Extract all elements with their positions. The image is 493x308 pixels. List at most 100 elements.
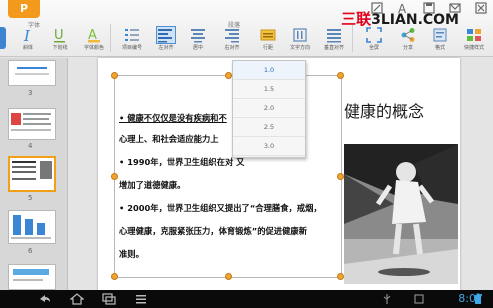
watermark-text: 三联: [341, 10, 372, 28]
system-navigation-bar: 8:07: [0, 290, 493, 308]
font-color-icon: A: [88, 28, 100, 43]
slide-number: 3: [28, 89, 33, 97]
close-icon[interactable]: [475, 2, 487, 14]
align-right-icon: [225, 29, 239, 43]
resize-handle[interactable]: [337, 273, 344, 280]
line-spacing-option[interactable]: 1.0: [233, 61, 305, 80]
fullscreen-icon: [366, 27, 382, 43]
italic-label: 斜体: [22, 45, 33, 51]
numbering-icon: [125, 29, 139, 41]
align-center-label: 居中: [192, 45, 203, 51]
svg-text:U: U: [54, 28, 64, 43]
svg-text:I: I: [23, 27, 31, 43]
app-menu-button[interactable]: P: [8, 0, 40, 18]
align-left-icon: [156, 26, 176, 44]
app-logo-icon: P: [20, 2, 29, 15]
menu-icon[interactable]: [134, 293, 148, 305]
underline-button[interactable]: U 下划线: [48, 27, 72, 55]
fullscreen-label: 全屏: [368, 45, 379, 51]
text-direction-button[interactable]: 文字方向: [288, 27, 312, 55]
slide-number: 5: [28, 194, 33, 202]
line-spacing-dropdown: 1.0 1.5 2.0 2.5 3.0: [232, 60, 306, 158]
bullet-line: • 1990年，世界卫生组织在对 又: [119, 157, 245, 167]
align-right-button[interactable]: 右对齐: [220, 27, 244, 55]
vertical-align-button[interactable]: 垂直对齐: [322, 27, 346, 55]
home-icon[interactable]: [70, 293, 84, 305]
line-spacing-icon: [260, 29, 276, 41]
slide-photo[interactable]: [344, 144, 458, 284]
resize-handle[interactable]: [111, 72, 118, 79]
underline-icon: U: [54, 28, 65, 43]
italic-icon: I: [23, 27, 31, 43]
vertical-align-icon: [327, 29, 341, 43]
font-color-button[interactable]: A 字体颜色: [82, 27, 106, 55]
format-label: 格式: [434, 45, 445, 51]
child-photo-image: [344, 144, 458, 284]
align-right-label: 右对齐: [224, 45, 240, 51]
resize-handle[interactable]: [225, 72, 232, 79]
notification-icon: [414, 294, 424, 304]
thumbnail-preview: [11, 215, 51, 239]
thumbnail-preview: [11, 113, 51, 131]
numbering-label: 项目编号: [121, 45, 142, 51]
slide-thumbnail[interactable]: [8, 60, 56, 86]
line-spacing-button[interactable]: 行距: [256, 27, 280, 55]
italic-button[interactable]: I 斜体: [16, 27, 40, 55]
watermark: 三联3LIAN.COM: [341, 8, 459, 29]
line-spacing-option[interactable]: 2.0: [233, 99, 305, 118]
watermark-domain: 3LIAN.COM: [371, 12, 459, 28]
slide-thumbnail-selected[interactable]: [8, 156, 56, 192]
thumbnail-preview: [12, 161, 52, 180]
text-direction-icon: [293, 28, 307, 42]
align-left-label: 左对齐: [158, 45, 174, 51]
back-icon[interactable]: [38, 293, 52, 305]
slide-thumbnail-panel[interactable]: 3 4 5 6: [0, 58, 68, 290]
fullscreen-button[interactable]: 全屏: [362, 27, 386, 55]
bullet-line: 准则。: [119, 249, 144, 259]
line-spacing-option[interactable]: 1.5: [233, 80, 305, 99]
bullet-line: 心理健康，克服紧张压力，体育锻炼”的促进健康新: [119, 226, 307, 236]
thumbnail-preview: [13, 269, 49, 281]
text-direction-label: 文字方向: [289, 45, 310, 51]
resize-handle[interactable]: [111, 273, 118, 280]
group-divider: [110, 24, 111, 52]
format-button[interactable]: 格式: [428, 27, 452, 55]
presentation-app: P 字体 段落 I 斜体 U 下划线 A 字体颜色 项目编号 左对齐 居中 右对…: [0, 0, 493, 308]
resize-handle[interactable]: [337, 72, 344, 79]
bullet-line: • 2000年，世界卫生组织又提出了“合理膳食，戒烟，: [119, 203, 322, 213]
share-icon: [401, 28, 415, 42]
line-spacing-option[interactable]: 2.5: [233, 118, 305, 137]
slide-thumbnail[interactable]: [8, 210, 56, 244]
align-center-button[interactable]: 居中: [186, 27, 210, 55]
battery-icon: [475, 293, 481, 304]
recent-apps-icon[interactable]: [102, 293, 116, 305]
resize-handle[interactable]: [337, 173, 344, 180]
font-color-label: 字体颜色: [83, 45, 104, 51]
quick-style-button[interactable]: 快捷样式: [462, 27, 486, 55]
selected-text-box[interactable]: • 健康不仅仅是没有疾病和不 心理上、和社会适应能力上 • 1990年，世界卫生…: [111, 72, 344, 280]
resize-handle[interactable]: [225, 273, 232, 280]
previous-tool-button[interactable]: [0, 27, 6, 49]
share-button[interactable]: 分享: [396, 27, 420, 55]
share-label: 分享: [402, 45, 413, 51]
align-left-button[interactable]: 左对齐: [154, 26, 178, 55]
numbering-button[interactable]: 项目编号: [120, 27, 144, 55]
slide-thumbnail[interactable]: [8, 108, 56, 140]
align-center-icon: [191, 29, 205, 43]
line-spacing-option[interactable]: 3.0: [233, 137, 305, 156]
thumbnail-preview: [15, 67, 49, 75]
format-icon: [433, 28, 447, 42]
resize-handle[interactable]: [111, 173, 118, 180]
underline-label: 下划线: [52, 45, 68, 51]
quick-style-icon: [467, 29, 481, 41]
quick-style-label: 快捷样式: [463, 45, 484, 51]
bullet-line: 心理上、和社会适应能力上: [119, 134, 219, 144]
slide-number: 6: [28, 247, 33, 255]
slide-number: 4: [28, 142, 33, 150]
ribbon-toolbar: P 字体 段落 I 斜体 U 下划线 A 字体颜色 项目编号 左对齐 居中 右对…: [0, 0, 493, 57]
line-spacing-label: 行距: [262, 45, 273, 51]
slide-title[interactable]: 健康的概念: [344, 98, 424, 122]
slide-thumbnail[interactable]: [8, 264, 56, 290]
usb-icon: [383, 294, 391, 304]
vertical-align-label: 垂直对齐: [323, 45, 344, 51]
